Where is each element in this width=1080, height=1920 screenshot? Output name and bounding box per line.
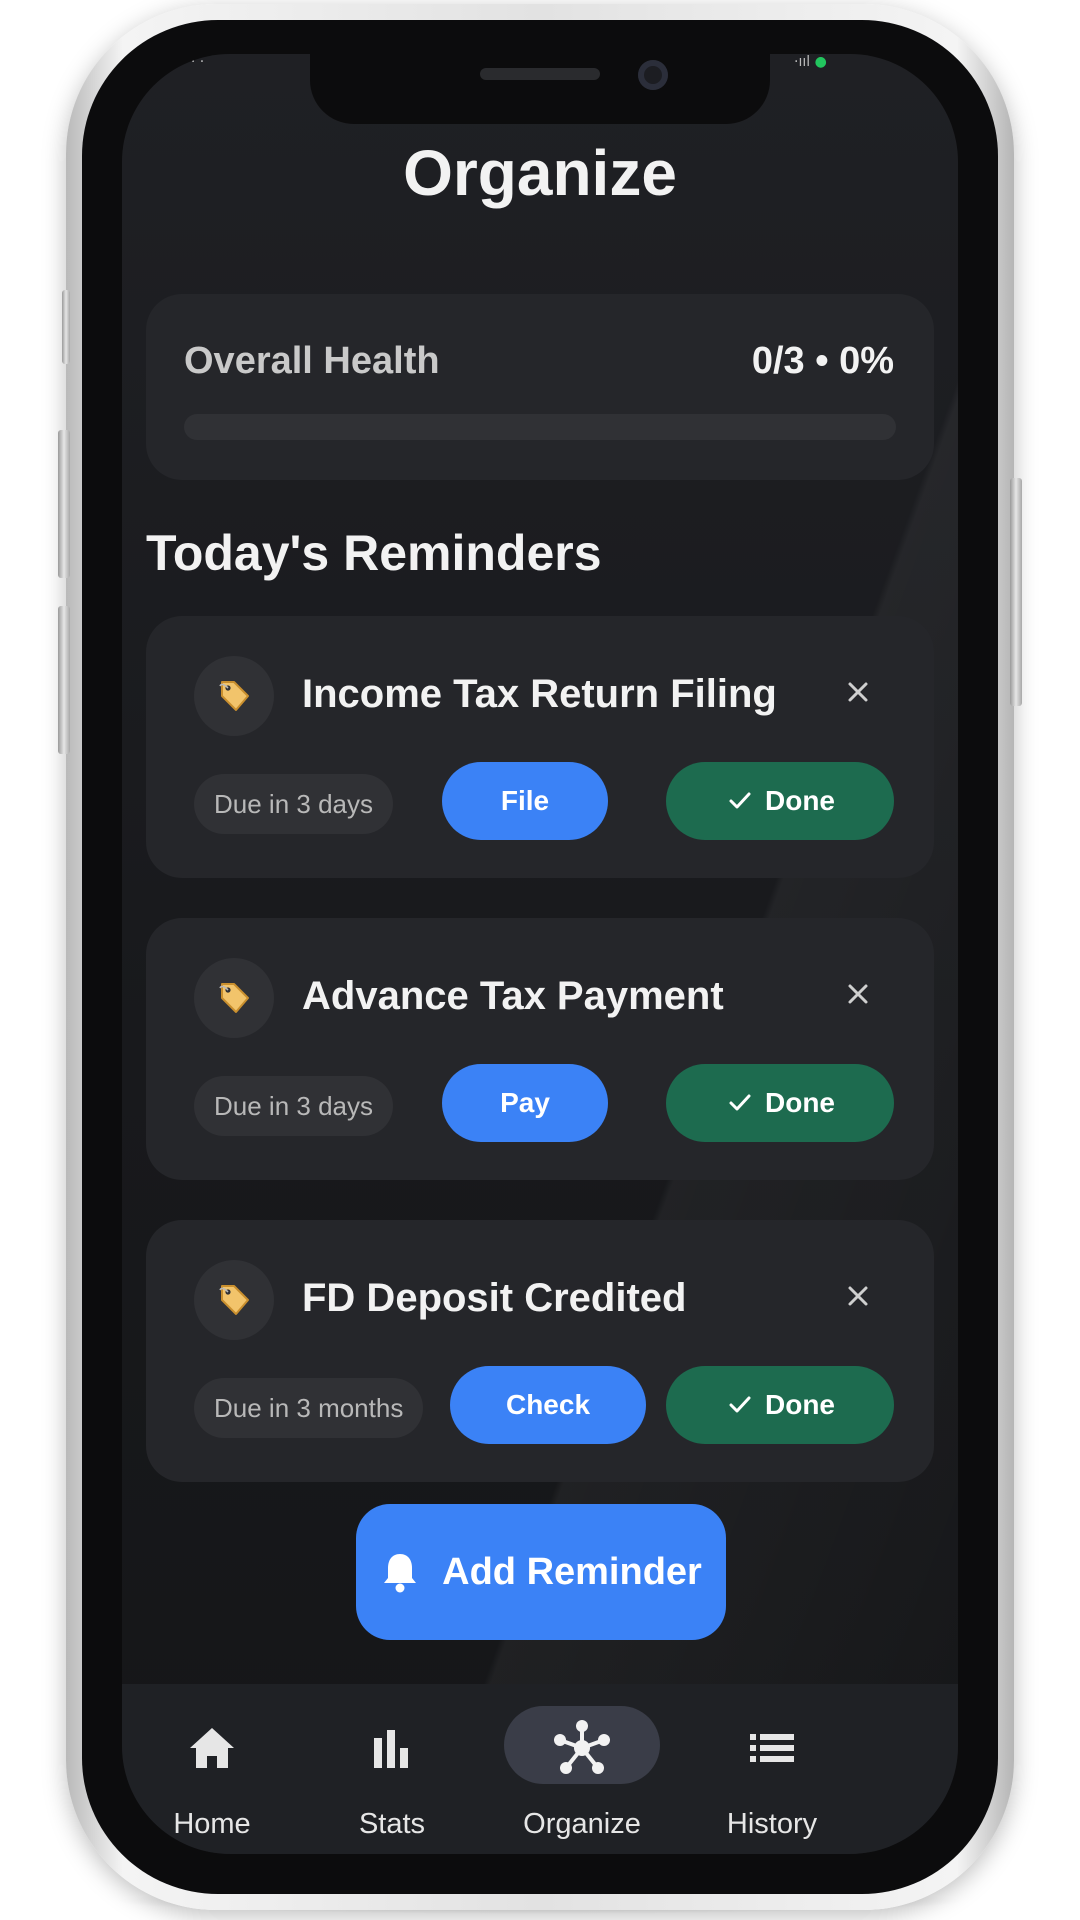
home-icon [182,1718,242,1778]
due-badge: Due in 3 days [194,774,393,834]
reminder-card: Advance Tax Payment Due in 3 days Pay Do… [146,918,934,1180]
nav-item-organize[interactable]: Organize [492,1684,672,1854]
bell-icon [384,1554,417,1593]
status-bar-fragment-left: ··· · [182,54,205,70]
front-camera [638,60,668,90]
close-icon[interactable] [838,974,878,1014]
nav-item-home[interactable]: Home [122,1684,302,1854]
file-button[interactable]: File [442,762,608,840]
done-button[interactable]: Done [666,1366,894,1444]
done-label: Done [765,1389,835,1420]
close-icon[interactable] [838,1276,878,1316]
close-icon[interactable] [838,672,878,712]
volume-down-button [58,606,70,754]
pay-button[interactable]: Pay [442,1064,608,1142]
done-label: Done [765,785,835,816]
health-progress-bar [184,414,896,440]
done-button[interactable]: Done [666,1064,894,1142]
reminder-title: Income Tax Return Filing [302,672,777,716]
notch [310,54,770,124]
health-value: 0/3 • 0% [751,340,894,382]
speaker-grille [480,68,600,80]
page-title: Organize [403,137,677,209]
nav-item-history[interactable]: History [682,1684,862,1854]
screen: ··· · ·ııl ● Organize Overall Health 0/3… [122,54,958,1854]
due-badge: Due in 3 days [194,1076,393,1136]
power-button [1010,478,1022,706]
volume-up-button [58,430,70,578]
add-reminder-label: Add Reminder [442,1550,702,1593]
health-label: Overall Health [184,340,440,382]
tag-icon [194,656,274,736]
health-card: Overall Health 0/3 • 0% [146,294,934,480]
section-title: Today's Reminders [146,525,602,581]
tag-icon [194,1260,274,1340]
check-icon [729,1094,751,1111]
check-icon [729,1396,751,1413]
add-reminder-button[interactable]: Add Reminder [356,1504,726,1640]
network-icon [552,1718,612,1778]
done-label: Done [765,1087,835,1118]
reminder-card: Income Tax Return Filing Due in 3 days F… [146,616,934,878]
check-button[interactable]: Check [450,1366,646,1444]
tag-icon [194,958,274,1038]
nav-label-history: History [726,1808,818,1840]
reminder-card: FD Deposit Credited Due in 3 months Chec… [146,1220,934,1482]
status-bar-fragment-right: ·ııl ● [794,54,827,70]
reminder-title: FD Deposit Credited [302,1276,687,1320]
silent-switch [62,290,70,364]
bottom-nav: Home Stats Organize History [122,1684,958,1854]
list-icon [742,1718,802,1778]
bar-chart-icon [362,1718,422,1778]
nav-label-organize: Organize [523,1808,641,1840]
done-button[interactable]: Done [666,762,894,840]
nav-label-stats: Stats [358,1808,426,1840]
due-badge: Due in 3 months [194,1378,424,1438]
reminder-title: Advance Tax Payment [302,974,724,1018]
nav-item-stats[interactable]: Stats [302,1684,482,1854]
nav-label-home: Home [173,1808,251,1840]
check-icon [729,792,751,809]
